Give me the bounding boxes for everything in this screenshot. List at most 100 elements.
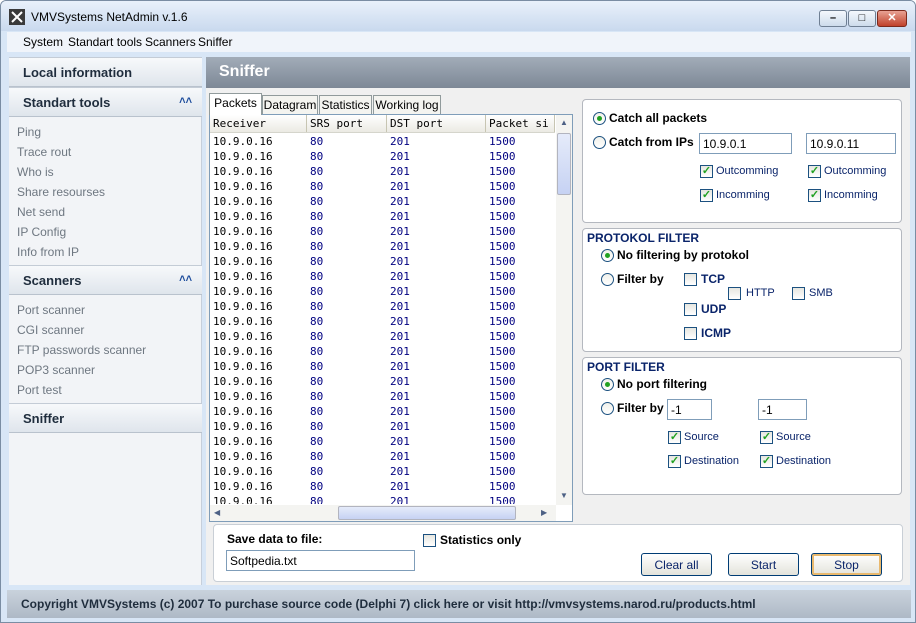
sidebar-item-port-test[interactable]: Port test [17, 383, 62, 397]
no-protocol-filter-radio[interactable] [601, 249, 614, 262]
sidebar-section-local-information[interactable]: Local information [9, 57, 202, 87]
sidebar-item-ping[interactable]: Ping [17, 125, 41, 139]
horizontal-scrollbar[interactable]: ◀ ▶ [210, 505, 556, 521]
minimize-button[interactable]: – [819, 10, 847, 27]
icmp-checkbox[interactable] [684, 327, 697, 340]
table-row[interactable]: 10.9.0.16 80 201 1500 [210, 374, 555, 389]
menu-standart-tools[interactable]: Standart tools [68, 35, 142, 49]
protocol-filter-by-radio[interactable] [601, 273, 614, 286]
scroll-thumb[interactable] [338, 506, 516, 520]
smb-checkbox[interactable] [792, 287, 805, 300]
no-protocol-filter-label[interactable]: No filtering by protokol [617, 248, 749, 262]
packet-list[interactable]: Receiver SRS port DST port Packet si 10.… [209, 114, 573, 522]
sidebar-item-share-resourses[interactable]: Share resourses [17, 185, 105, 199]
outcoming-checkbox-1[interactable]: ✓ [700, 165, 713, 178]
close-button[interactable]: ✕ [877, 10, 907, 27]
start-button[interactable]: Start [728, 553, 799, 576]
scroll-left-icon[interactable]: ◀ [214, 508, 220, 517]
chevron-up-icon[interactable]: ˄˄ [179, 273, 192, 285]
stop-button[interactable]: Stop [811, 553, 882, 576]
no-port-filter-radio[interactable] [601, 378, 614, 391]
save-filename-field[interactable]: Softpedia.txt [226, 550, 415, 571]
sidebar-item-trace-rout[interactable]: Trace rout [17, 145, 71, 159]
scroll-thumb[interactable] [557, 133, 571, 195]
tab-packets[interactable]: Packets [209, 93, 262, 115]
table-row[interactable]: 10.9.0.16 80 201 1500 [210, 494, 555, 504]
sidebar-item-info-from-ip[interactable]: Info from IP [17, 245, 79, 259]
table-row[interactable]: 10.9.0.16 80 201 1500 [210, 224, 555, 239]
table-row[interactable]: 10.9.0.16 80 201 1500 [210, 344, 555, 359]
column-header-packet-size[interactable]: Packet si [486, 115, 555, 132]
table-row[interactable]: 10.9.0.16 80 201 1500 [210, 239, 555, 254]
incoming-checkbox-1[interactable]: ✓ [700, 189, 713, 202]
menu-scanners[interactable]: Scanners [145, 35, 196, 49]
table-row[interactable]: 10.9.0.16 80 201 1500 [210, 179, 555, 194]
column-header-dst-port[interactable]: DST port [387, 115, 486, 132]
sidebar-section-standart-tools[interactable]: Standart tools ˄˄ [9, 87, 202, 117]
table-row[interactable]: 10.9.0.16 80 201 1500 [210, 359, 555, 374]
table-row[interactable]: 10.9.0.16 80 201 1500 [210, 449, 555, 464]
port-field-1[interactable]: -1 [667, 399, 712, 420]
udp-checkbox[interactable] [684, 303, 697, 316]
table-row[interactable]: 10.9.0.16 80 201 1500 [210, 194, 555, 209]
column-header-receiver[interactable]: Receiver [210, 115, 307, 132]
port-field-2[interactable]: -1 [758, 399, 807, 420]
tab-working-log[interactable]: Working log [373, 95, 441, 114]
maximize-button[interactable]: □ [848, 10, 876, 27]
sidebar-item-pop3-scanner[interactable]: POP3 scanner [17, 363, 95, 377]
statistics-only-label[interactable]: Statistics only [440, 533, 521, 547]
outcoming-checkbox-2[interactable]: ✓ [808, 165, 821, 178]
menu-sniffer[interactable]: Sniffer [198, 35, 232, 49]
catch-all-label[interactable]: Catch all packets [609, 111, 707, 125]
sidebar-item-cgi-scanner[interactable]: CGI scanner [17, 323, 84, 337]
table-row[interactable]: 10.9.0.16 80 201 1500 [210, 254, 555, 269]
no-port-filter-label[interactable]: No port filtering [617, 377, 707, 391]
column-header-srs-port[interactable]: SRS port [307, 115, 387, 132]
table-row[interactable]: 10.9.0.16 80 201 1500 [210, 404, 555, 419]
table-row[interactable]: 10.9.0.16 80 201 1500 [210, 434, 555, 449]
port-filter-by-radio[interactable] [601, 402, 614, 415]
incoming-checkbox-2[interactable]: ✓ [808, 189, 821, 202]
catch-from-ips-label[interactable]: Catch from IPs [609, 135, 694, 149]
ip-field-1[interactable]: 10.9.0.1 [699, 133, 792, 154]
ip-field-2[interactable]: 10.9.0.11 [806, 133, 896, 154]
table-row[interactable]: 10.9.0.16 80 201 1500 [210, 314, 555, 329]
table-row[interactable]: 10.9.0.16 80 201 1500 [210, 419, 555, 434]
sidebar-item-net-send[interactable]: Net send [17, 205, 65, 219]
sidebar-item-who-is[interactable]: Who is [17, 165, 54, 179]
table-row[interactable]: 10.9.0.16 80 201 1500 [210, 134, 555, 149]
sidebar-section-scanners[interactable]: Scanners ˄˄ [9, 265, 202, 295]
scroll-right-icon[interactable]: ▶ [541, 508, 547, 517]
http-checkbox[interactable] [728, 287, 741, 300]
source-checkbox-2[interactable]: ✓ [760, 431, 773, 444]
catch-from-ips-radio[interactable] [593, 136, 606, 149]
sidebar-item-ftp-passwords-scanner[interactable]: FTP passwords scanner [17, 343, 146, 357]
catch-all-radio[interactable] [593, 112, 606, 125]
chevron-up-icon[interactable]: ˄˄ [179, 95, 192, 107]
scroll-up-icon[interactable]: ▲ [560, 118, 568, 127]
footer-copyright[interactable]: Copyright VMVSystems (c) 2007 To purchas… [7, 590, 911, 618]
port-filter-by-label[interactable]: Filter by [617, 401, 664, 415]
table-row[interactable]: 10.9.0.16 80 201 1500 [210, 389, 555, 404]
table-row[interactable]: 10.9.0.16 80 201 1500 [210, 149, 555, 164]
destination-checkbox-1[interactable]: ✓ [668, 455, 681, 468]
tab-datagram[interactable]: Datagram [262, 95, 318, 114]
table-row[interactable]: 10.9.0.16 80 201 1500 [210, 299, 555, 314]
table-row[interactable]: 10.9.0.16 80 201 1500 [210, 164, 555, 179]
table-row[interactable]: 10.9.0.16 80 201 1500 [210, 284, 555, 299]
table-row[interactable]: 10.9.0.16 80 201 1500 [210, 269, 555, 284]
table-row[interactable]: 10.9.0.16 80 201 1500 [210, 329, 555, 344]
table-row[interactable]: 10.9.0.16 80 201 1500 [210, 209, 555, 224]
statistics-only-checkbox[interactable] [423, 534, 436, 547]
scroll-down-icon[interactable]: ▼ [560, 491, 568, 500]
menu-system[interactable]: System [23, 35, 63, 49]
sidebar-item-ip-config[interactable]: IP Config [17, 225, 66, 239]
table-row[interactable]: 10.9.0.16 80 201 1500 [210, 464, 555, 479]
destination-checkbox-2[interactable]: ✓ [760, 455, 773, 468]
vertical-scrollbar[interactable]: ▲ ▼ [556, 115, 572, 505]
sidebar-item-port-scanner[interactable]: Port scanner [17, 303, 85, 317]
source-checkbox-1[interactable]: ✓ [668, 431, 681, 444]
protocol-filter-by-label[interactable]: Filter by [617, 272, 664, 286]
table-row[interactable]: 10.9.0.16 80 201 1500 [210, 479, 555, 494]
clear-all-button[interactable]: Clear all [641, 553, 712, 576]
